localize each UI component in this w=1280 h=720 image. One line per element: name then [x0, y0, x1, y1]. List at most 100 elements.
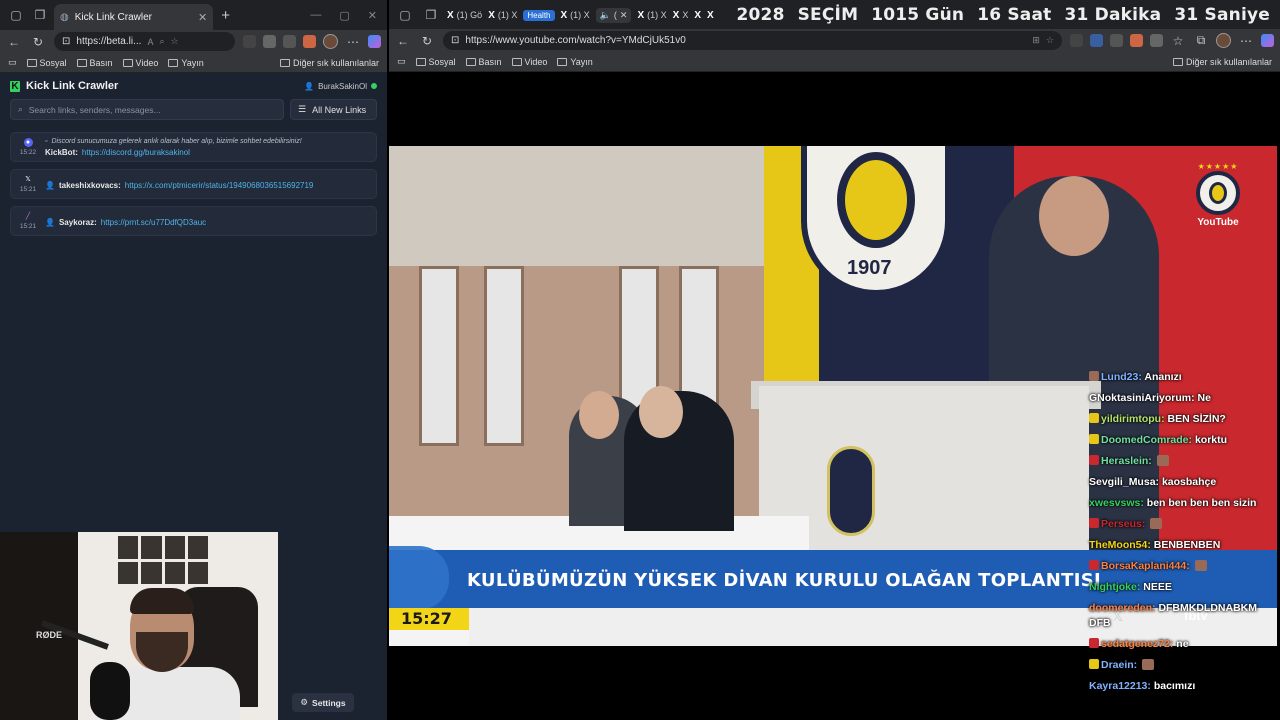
extension-icon[interactable] — [1110, 34, 1123, 47]
tab-audio-playing[interactable]: 🔈(✕ — [595, 7, 632, 23]
extension-icon[interactable] — [303, 35, 316, 48]
chat-badge-icon — [1089, 371, 1099, 381]
more-menu-icon[interactable]: ⋯ — [345, 35, 361, 49]
maximize-icon[interactable]: ▢ — [339, 9, 349, 22]
bookmark-yayin[interactable]: Yayın — [557, 57, 593, 67]
chat-username[interactable]: BorsaKaplani444: — [1101, 560, 1190, 572]
tab[interactable]: X — [694, 10, 701, 21]
tab-group-health[interactable]: Health — [523, 9, 555, 21]
extension-icon[interactable] — [263, 35, 276, 48]
minimize-icon[interactable]: — — [310, 9, 321, 22]
reload-icon[interactable]: ↻ — [419, 34, 435, 48]
zoom-icon[interactable]: ⌕ — [159, 36, 164, 47]
chat-username[interactable]: Lund23: — [1101, 371, 1142, 383]
chat-username[interactable]: doomereden: — [1089, 602, 1156, 614]
card-link[interactable]: https://discord.gg/buraksakinol — [82, 148, 190, 157]
extension-icon[interactable] — [1090, 34, 1103, 47]
bookmark-other-favorites[interactable]: Diğer sık kullanılanlar — [1172, 57, 1272, 67]
right-bookmarks-bar: ▭ Sosyal Basın Video Yayın Diğer sık kul… — [389, 52, 1280, 72]
link-card[interactable]: 𝕏 15:21 👤 takeshixkovacs: https://x.com/… — [10, 169, 377, 199]
search-input[interactable]: ⌕ Search links, senders, messages... — [10, 99, 284, 120]
profile-avatar[interactable] — [323, 34, 338, 49]
extension-icon[interactable] — [283, 35, 296, 48]
chat-text: ben ben ben ben sizin — [1146, 497, 1257, 509]
card-link[interactable]: https://prnt.sc/u77DdfQD3auc — [101, 218, 206, 227]
chat-username[interactable]: Perseus: — [1101, 518, 1145, 530]
workspaces-icon[interactable]: ▢ — [6, 5, 26, 25]
close-window-icon[interactable]: ✕ — [368, 9, 377, 22]
copilot-icon[interactable] — [368, 35, 381, 48]
chat-username[interactable]: DoomedComrade: — [1101, 434, 1192, 446]
profile-avatar[interactable] — [1216, 33, 1231, 48]
close-tab-icon[interactable]: ✕ — [620, 10, 628, 21]
crest-year: 1907 — [847, 257, 892, 279]
chat-username[interactable]: Heraslein: — [1101, 455, 1152, 467]
extension-icon[interactable] — [1150, 34, 1163, 47]
tab[interactable]: X (1) X — [488, 10, 517, 21]
tab[interactable]: X (1) Gö — [447, 10, 482, 21]
more-menu-icon[interactable]: ⋯ — [1238, 34, 1254, 48]
app-available-icon[interactable]: ⊞ — [1032, 35, 1040, 46]
channel-logo-text: YouTube — [1197, 217, 1239, 228]
bookmark-video[interactable]: Video — [122, 58, 158, 68]
extension-icon[interactable] — [1130, 34, 1143, 47]
workspaces-icon[interactable]: ▢ — [395, 5, 415, 25]
bookmark-basin[interactable]: Basın — [465, 57, 502, 67]
sidebar-toggle-icon[interactable]: ▭ — [8, 57, 17, 68]
card-link[interactable]: https://x.com/ptmicerir/status/194906803… — [125, 181, 315, 190]
chat-username[interactable]: Kayra12213: — [1089, 680, 1151, 692]
bookmark-sosyal[interactable]: Sosyal — [415, 57, 456, 67]
bookmark-basin[interactable]: Basın — [76, 58, 113, 68]
tab[interactable]: XX — [673, 10, 689, 21]
collections-icon[interactable]: ⧉ — [1193, 33, 1209, 48]
chat-username[interactable]: xwesvsws: — [1089, 497, 1144, 509]
close-tab-icon[interactable]: ✕ — [198, 11, 207, 24]
search-placeholder: Search links, senders, messages... — [28, 104, 161, 115]
site-info-icon[interactable]: ⊡ — [451, 35, 459, 46]
chat-overlay: Lund23: Ananızı GNoktasiniAriyorum: Ne yil… — [1089, 370, 1277, 694]
tab[interactable]: X — [707, 10, 714, 21]
link-card[interactable]: ● 15:22 ▫ Discord sunucumuza gelerek anl… — [10, 132, 377, 162]
url-input[interactable]: ⊡ https://beta.li... A ⌕ ☆ — [54, 32, 235, 51]
chat-username[interactable]: yildirimtopu: — [1101, 413, 1165, 425]
chat-username[interactable]: Draein: — [1101, 659, 1137, 671]
tab[interactable]: X (1) X — [561, 10, 590, 21]
tab-kick-link-crawler[interactable]: ◍ Kick Link Crawler ✕ — [54, 4, 214, 30]
reload-icon[interactable]: ↻ — [30, 35, 46, 49]
tab-actions-icon[interactable]: ❐ — [30, 5, 50, 25]
settings-button[interactable]: ⚙ Settings — [292, 693, 354, 712]
new-tab-button[interactable]: + — [221, 7, 230, 24]
read-aloud-icon[interactable]: A — [147, 37, 153, 47]
bookmark-yayin[interactable]: Yayın — [168, 58, 204, 68]
tab-actions-icon[interactable]: ❐ — [421, 5, 441, 25]
chat-username[interactable]: Nightjoke: — [1089, 581, 1140, 593]
favorites-icon[interactable]: ☆ — [1170, 34, 1186, 48]
video-player[interactable]: 1907 KULÜBÜMÜZÜN YÜKSEK DİVAN KURULU OLA… — [389, 74, 1280, 720]
bookmark-other-favorites[interactable]: Diğer sık kullanılanlar — [279, 58, 379, 68]
countdown-seconds: 31 Saniye — [1174, 5, 1270, 25]
extension-icon[interactable] — [1070, 34, 1083, 47]
tab[interactable]: X (1) X — [637, 10, 666, 21]
x-icon: 𝕏 — [25, 176, 31, 183]
extension-icon[interactable] — [243, 35, 256, 48]
sidebar-toggle-icon[interactable]: ▭ — [397, 56, 406, 67]
copilot-icon[interactable] — [1261, 34, 1274, 47]
link-card[interactable]: ╱ 15:21 👤 Saykoraz: https://prnt.sc/u77D… — [10, 206, 377, 236]
chat-text: kaosbahçe — [1161, 476, 1217, 488]
favorite-star-icon[interactable]: ☆ — [1046, 35, 1054, 46]
chat-username[interactable]: GNoktasiniAriyorum: — [1089, 392, 1195, 404]
chat-username[interactable]: TheMoon54: — [1089, 539, 1151, 551]
folder-icon — [26, 58, 37, 67]
chat-username[interactable]: sedatgenez72: — [1101, 638, 1173, 650]
site-info-icon[interactable]: ⊡ — [62, 36, 70, 47]
folder-icon — [1172, 57, 1183, 66]
filter-dropdown[interactable]: ☰ All New Links — [290, 99, 377, 120]
chat-username[interactable]: Sevgili_Musa: — [1089, 476, 1159, 488]
favorite-star-icon[interactable]: ☆ — [171, 36, 179, 47]
back-icon[interactable]: ← — [395, 34, 411, 48]
url-input[interactable]: ⊡ https://www.youtube.com/watch?v=YMdCjU… — [443, 31, 1062, 50]
bookmark-sosyal[interactable]: Sosyal — [26, 58, 67, 68]
bookmark-video[interactable]: Video — [511, 57, 547, 67]
back-icon[interactable]: ← — [6, 35, 22, 49]
user-status[interactable]: 👤 BurakSakinOl — [304, 82, 377, 91]
